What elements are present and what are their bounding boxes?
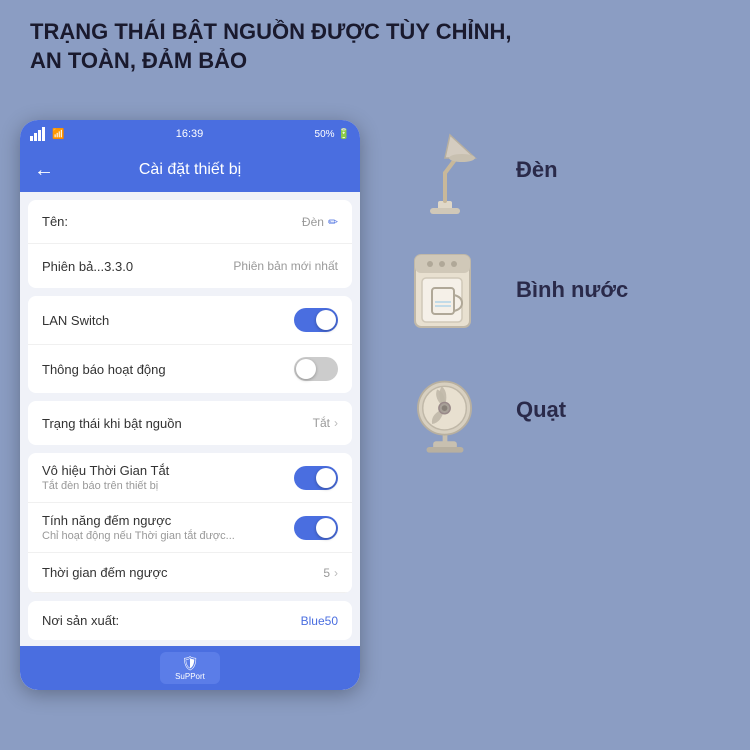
status-bar: 📶 16:39 50% 🔋	[20, 120, 360, 148]
header-line2: AN TOÀN, ĐẢM BẢO	[30, 47, 720, 76]
thongbao-toggle[interactable]	[294, 357, 338, 381]
row-vohieu: Vô hiệu Thời Gian Tắt Tắt đèn báo trên t…	[28, 453, 352, 503]
row-thoigian-value[interactable]: 5 ›	[323, 566, 338, 580]
status-time: 16:39	[176, 128, 204, 140]
card-manufacturer: Nơi sản xuất: Blue50	[28, 601, 352, 640]
support-badge: 🛡 SuPPort	[160, 652, 220, 684]
row-thoigian: Thời gian đếm ngược 5 ›	[28, 553, 352, 593]
device-den: Đèn	[390, 120, 740, 220]
binh-nuoc-icon-container	[390, 240, 500, 340]
devices-section: Đèn Bình nước	[390, 120, 740, 740]
quat-label: Quạt	[516, 397, 566, 423]
card-timers: Vô hiệu Thời Gian Tắt Tắt đèn báo trên t…	[28, 453, 352, 593]
row-noisanxuat-value: Blue50	[301, 614, 338, 628]
row-ten: Tên: Đèn ✏	[28, 200, 352, 244]
quat-icon-container	[390, 360, 500, 460]
row-tinhnang-sub: Chỉ hoạt động nếu Thời gian tắt được...	[42, 530, 294, 542]
row-vohieu-main: Vô hiệu Thời Gian Tắt	[42, 463, 294, 478]
phone-title: Cài đặt thiết bị	[139, 161, 241, 179]
row-phienban-label: Phiên bả...3.3.0	[42, 259, 133, 274]
lamp-icon	[400, 123, 490, 218]
row-trangthai: Trạng thái khi bật nguồn Tắt ›	[28, 401, 352, 445]
row-vohieu-sub: Tắt đèn báo trên thiết bị	[42, 480, 294, 492]
row-trangthai-label: Trạng thái khi bật nguồn	[42, 416, 182, 431]
den-icon-container	[390, 120, 500, 220]
row-lan-switch: LAN Switch	[28, 296, 352, 345]
fan-icon	[400, 363, 490, 458]
card-toggles: LAN Switch Thông báo hoạt động	[28, 296, 352, 393]
phone-bottom: 🛡 SuPPort	[20, 646, 360, 690]
device-quat: Quạt	[390, 360, 740, 460]
row-lan-label: LAN Switch	[42, 313, 109, 328]
den-label: Đèn	[516, 157, 558, 183]
tinhnang-toggle[interactable]	[294, 516, 338, 540]
vohieu-toggle[interactable]	[294, 466, 338, 490]
row-thongbao: Thông báo hoạt động	[28, 345, 352, 393]
phone-mockup: 📶 16:39 50% 🔋 ← Cài đặt thiết bị Tên: Đè…	[20, 120, 360, 690]
back-button[interactable]: ←	[34, 159, 54, 182]
header-line1: TRẠNG THÁI BẬT NGUỒN ĐƯỢC TÙY CHỈNH,	[30, 18, 720, 47]
row-phienban-value: Phiên bản mới nhất	[233, 259, 338, 273]
status-signal: 📶	[30, 127, 64, 141]
page-header: TRẠNG THÁI BẬT NGUỒN ĐƯỢC TÙY CHỈNH, AN …	[30, 18, 720, 75]
row-thoigian-label: Thời gian đếm ngược	[42, 565, 167, 580]
lan-switch-toggle[interactable]	[294, 308, 338, 332]
device-binh-nuoc: Bình nước	[390, 240, 740, 340]
card-basic-info: Tên: Đèn ✏ Phiên bả...3.3.0 Phiên bản mớ…	[28, 200, 352, 288]
row-tinhnang: Tính năng đếm ngược Chỉ hoạt động nếu Th…	[28, 503, 352, 553]
row-noisanxuat: Nơi sản xuất: Blue50	[28, 601, 352, 640]
row-ten-label: Tên:	[42, 214, 68, 229]
row-tinhnang-main: Tính năng đếm ngược	[42, 513, 294, 528]
row-trangthai-value[interactable]: Tắt ›	[313, 416, 338, 430]
edit-icon[interactable]: ✏	[328, 215, 338, 229]
water-heater-icon	[400, 240, 490, 340]
status-battery: 50% 🔋	[315, 129, 350, 140]
row-ten-value: Đèn ✏	[302, 215, 338, 229]
card-trangthai: Trạng thái khi bật nguồn Tắt ›	[28, 401, 352, 445]
phone-header: ← Cài đặt thiết bị	[20, 148, 360, 192]
phone-content: Tên: Đèn ✏ Phiên bả...3.3.0 Phiên bản mớ…	[20, 192, 360, 690]
row-noisanxuat-label: Nơi sản xuất:	[42, 613, 119, 628]
row-phienban: Phiên bả...3.3.0 Phiên bản mới nhất	[28, 244, 352, 288]
binh-nuoc-label: Bình nước	[516, 277, 628, 303]
row-thongbao-label: Thông báo hoạt động	[42, 362, 166, 377]
